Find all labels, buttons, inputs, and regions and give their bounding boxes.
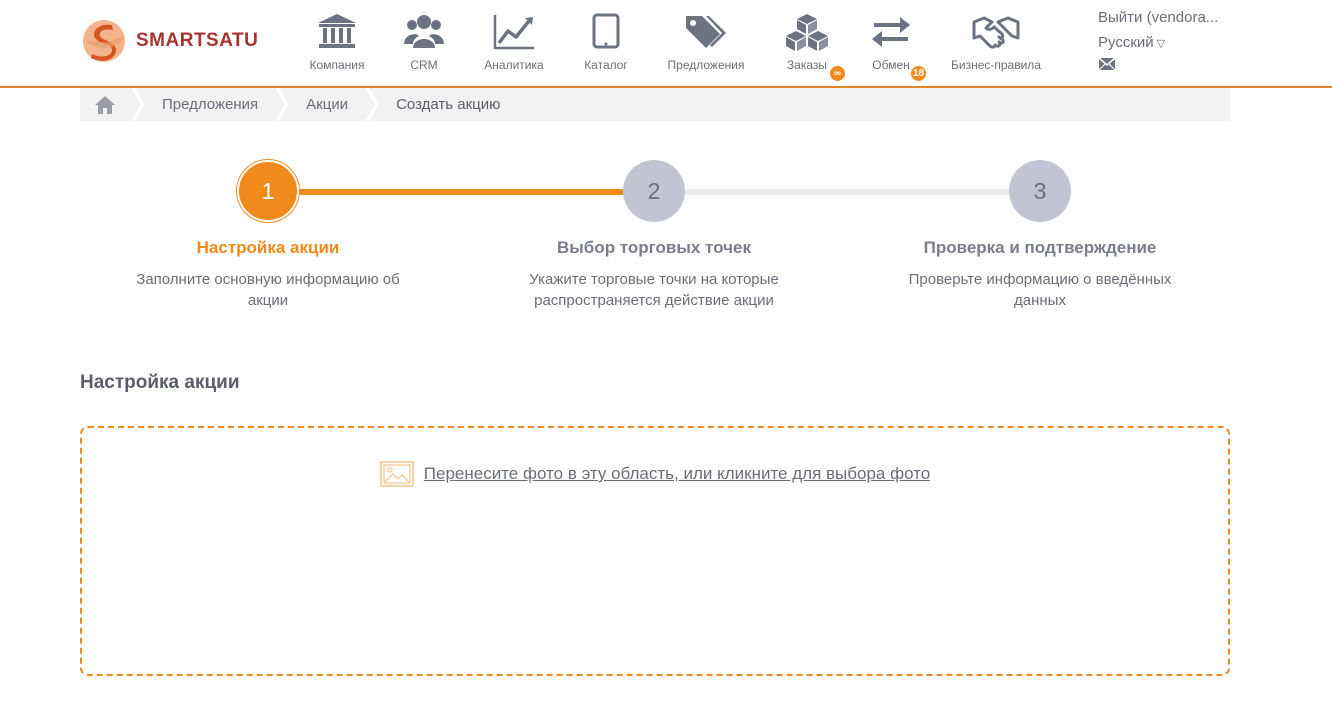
breadcrumb: Предложения Акции Создать акцию — [80, 88, 1230, 121]
line-chart-icon — [493, 15, 534, 50]
step-1: 1 Настройка акции Заполните основную инф… — [108, 160, 428, 311]
cubes-icon — [786, 14, 828, 51]
select-photo-link[interactable]: Перенесите фото в эту область, или кликн… — [424, 464, 930, 484]
envelope-icon[interactable] — [1098, 57, 1116, 71]
photo-dropzone[interactable]: Перенесите фото в эту область, или кликн… — [80, 426, 1230, 676]
nav-item-exchange[interactable]: Обмен 18 — [868, 12, 926, 81]
logo[interactable]: SMARTSATU — [82, 18, 258, 64]
nav-label: Обмен — [872, 58, 910, 72]
breadcrumb-separator-icon — [360, 88, 381, 121]
top-header: SMARTSATU Компания CRM Аналитика Каталог… — [0, 0, 1332, 88]
nav-item-company[interactable]: Компания — [303, 12, 371, 72]
nav-label: Аналитика — [484, 58, 544, 72]
nav-item-crm[interactable]: CRM — [398, 12, 450, 72]
nav-label: CRM — [410, 58, 438, 72]
brand-name: SMARTSATU — [136, 30, 259, 51]
step-number: 1 — [237, 160, 299, 222]
nav-label: Каталог — [584, 58, 628, 72]
nav-item-analytics[interactable]: Аналитика — [482, 12, 546, 72]
step-number: 3 — [1009, 160, 1071, 222]
user-menu: Выйти (vendora... Русский ▽ — [1098, 9, 1226, 71]
orders-badge: ∞ — [830, 66, 845, 81]
nav-item-offers[interactable]: Предложения — [666, 12, 746, 72]
nav-item-catalog[interactable]: Каталог — [581, 12, 631, 72]
dropzone-content: Перенесите фото в эту область, или кликн… — [82, 461, 1228, 487]
breadcrumb-separator-icon — [126, 88, 146, 121]
breadcrumb-label: Предложения — [162, 96, 259, 113]
exchange-badge: 18 — [911, 66, 926, 81]
home-icon — [95, 95, 115, 114]
nav-item-orders[interactable]: Заказы ∞ — [780, 12, 845, 81]
breadcrumb-label: Создать акцию — [396, 96, 501, 113]
breadcrumb-item-offers[interactable]: Предложения — [136, 88, 291, 121]
users-icon — [404, 15, 444, 48]
breadcrumb-separator-icon — [270, 88, 291, 121]
exchange-icon — [872, 17, 910, 47]
breadcrumb-home[interactable] — [80, 88, 146, 121]
bank-icon — [318, 14, 356, 48]
breadcrumb-label: Акции — [306, 96, 349, 113]
logout-link[interactable]: Выйти (vendora... — [1098, 9, 1226, 26]
step-description: Укажите торговые точки на которые распро… — [529, 271, 779, 309]
step-title: Выбор торговых точек — [557, 238, 751, 257]
nav-label: Бизнес-правила — [951, 58, 1041, 72]
logo-mark-icon — [83, 20, 125, 62]
step-title: Проверка и подтверждение — [923, 238, 1157, 257]
breadcrumb-item-create-promotion: Создать акцию — [370, 88, 522, 121]
step-2: 2 Выбор торговых точек Укажите торговые … — [494, 160, 814, 311]
language-label: Русский — [1098, 34, 1154, 51]
breadcrumb-item-promotions[interactable]: Акции — [280, 88, 381, 121]
step-title: Настройка акции — [196, 238, 340, 257]
section-title: Настройка акции — [80, 372, 240, 393]
step-description: Заполните основную информацию об акции — [136, 271, 400, 309]
step-3: 3 Проверка и подтверждение Проверьте инф… — [880, 160, 1200, 311]
chevron-down-icon: ▽ — [1156, 38, 1166, 50]
nav-item-business-rules[interactable]: Бизнес-правила — [948, 12, 1044, 72]
tags-icon — [686, 16, 726, 48]
handshake-icon — [972, 16, 1020, 49]
step-number: 2 — [623, 160, 685, 222]
wizard-stepper: 1 Настройка акции Заполните основную инф… — [0, 160, 1332, 310]
nav-label: Предложения — [667, 58, 745, 72]
language-selector[interactable]: Русский ▽ — [1098, 34, 1226, 51]
step-description: Проверьте информацию о введённых данных — [908, 271, 1172, 309]
nav-label: Заказы — [786, 58, 828, 72]
tablet-icon — [592, 13, 620, 49]
nav-label: Компания — [309, 58, 365, 72]
image-icon — [380, 461, 414, 487]
